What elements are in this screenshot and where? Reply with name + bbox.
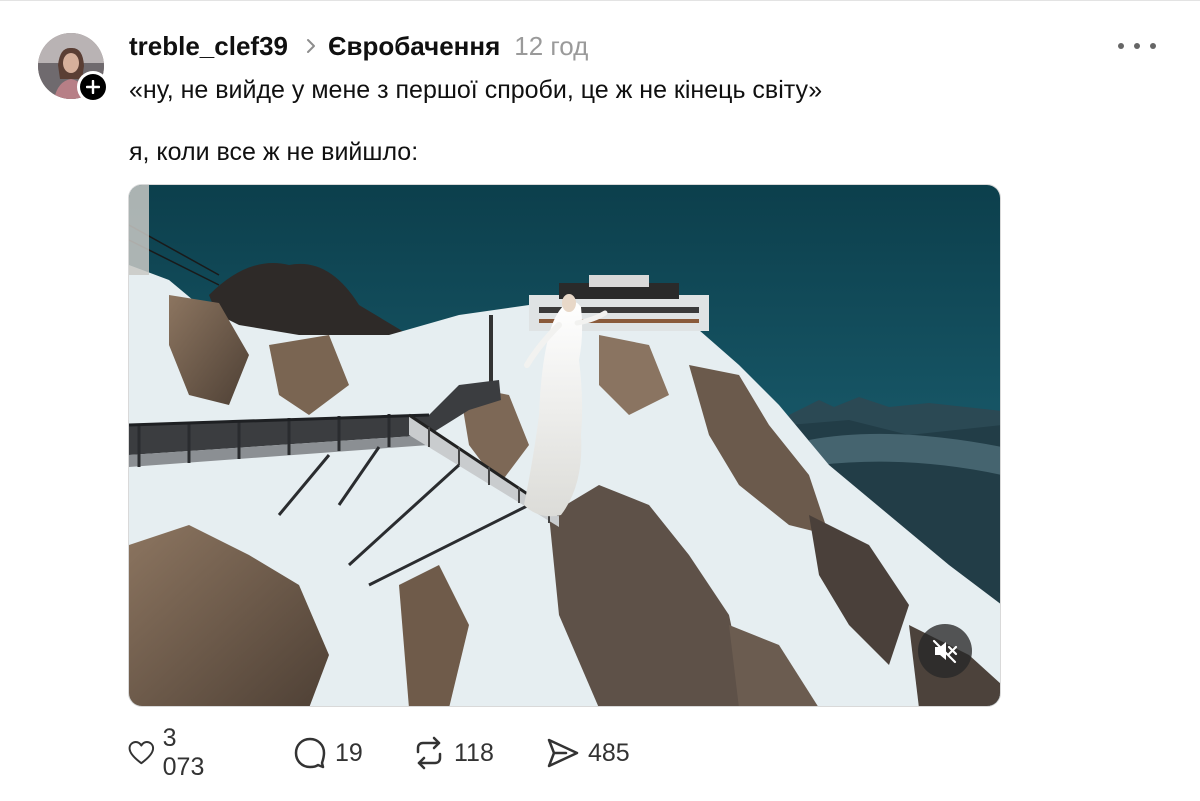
video-player[interactable]	[128, 184, 1001, 707]
comment-count: 19	[335, 738, 363, 767]
chevron-right-icon	[306, 38, 316, 54]
post-header: treble_clef39 Євробачення 12 год	[129, 28, 588, 64]
share-button[interactable]: 485	[546, 733, 630, 773]
comment-button[interactable]: 19	[293, 733, 363, 773]
more-options-button[interactable]	[1118, 38, 1156, 54]
share-count: 485	[588, 738, 630, 767]
comment-bubble-icon	[294, 737, 326, 769]
repost-count: 118	[454, 738, 494, 767]
more-dots-icon	[1118, 43, 1124, 49]
mute-toggle-button[interactable]	[918, 624, 972, 678]
heart-icon	[128, 741, 155, 765]
video-frame	[129, 185, 1000, 706]
post-text-line-1: «ну, не вийде у мене з першої спроби, це…	[129, 76, 823, 104]
more-dot	[1150, 43, 1156, 49]
follow-button[interactable]	[77, 71, 109, 103]
plus-icon	[80, 74, 106, 100]
like-count: 3 073	[162, 724, 205, 781]
top-divider	[0, 0, 1200, 1]
more-dot	[1134, 43, 1140, 49]
post-timestamp: 12 год	[514, 30, 589, 61]
username-link[interactable]: treble_clef39	[129, 31, 288, 62]
repost-arrows-icon	[416, 736, 442, 770]
post-text-line-2: я, коли все ж не вийшло:	[129, 138, 419, 166]
send-icon	[547, 738, 579, 768]
community-link[interactable]: Євробачення	[328, 31, 500, 62]
like-button[interactable]: 3 073	[128, 724, 212, 781]
repost-button[interactable]: 118	[412, 733, 494, 773]
muted-speaker-icon	[932, 639, 958, 664]
